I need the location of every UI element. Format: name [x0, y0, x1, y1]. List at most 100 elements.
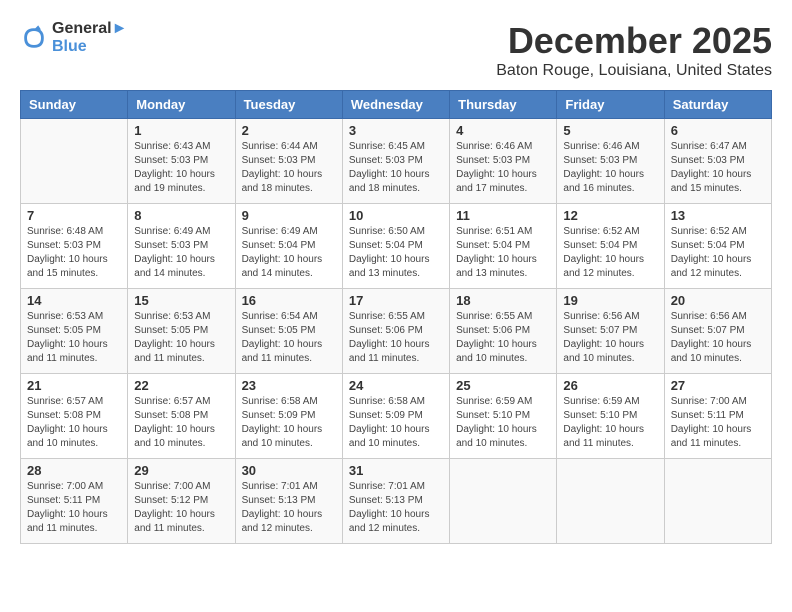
- calendar-cell: 28 Sunrise: 7:00 AM Sunset: 5:11 PM Dayli…: [21, 459, 128, 544]
- day-number: 24: [349, 378, 443, 393]
- weekday-header-cell: Friday: [557, 91, 664, 119]
- day-info: Sunrise: 6:47 AM Sunset: 5:03 PM Dayligh…: [671, 140, 765, 196]
- day-info: Sunrise: 6:57 AM Sunset: 5:08 PM Dayligh…: [134, 395, 228, 451]
- day-number: 7: [27, 208, 121, 223]
- day-number: 20: [671, 293, 765, 308]
- day-info: Sunrise: 6:52 AM Sunset: 5:04 PM Dayligh…: [671, 225, 765, 281]
- day-info: Sunrise: 6:55 AM Sunset: 5:06 PM Dayligh…: [349, 310, 443, 366]
- day-info: Sunrise: 7:00 AM Sunset: 5:12 PM Dayligh…: [134, 480, 228, 536]
- calendar-cell: 21 Sunrise: 6:57 AM Sunset: 5:08 PM Dayli…: [21, 374, 128, 459]
- day-number: 10: [349, 208, 443, 223]
- day-info: Sunrise: 6:53 AM Sunset: 5:05 PM Dayligh…: [134, 310, 228, 366]
- day-number: 21: [27, 378, 121, 393]
- calendar-cell: 29 Sunrise: 7:00 AM Sunset: 5:12 PM Dayli…: [128, 459, 235, 544]
- calendar-cell: 10 Sunrise: 6:50 AM Sunset: 5:04 PM Dayli…: [342, 204, 449, 289]
- day-info: Sunrise: 6:53 AM Sunset: 5:05 PM Dayligh…: [27, 310, 121, 366]
- calendar-body: 1Sunrise: 6:43 AM Sunset: 5:03 PM Daylig…: [21, 119, 772, 544]
- day-info: Sunrise: 6:49 AM Sunset: 5:04 PM Dayligh…: [242, 225, 336, 281]
- calendar-cell: 23 Sunrise: 6:58 AM Sunset: 5:09 PM Dayli…: [235, 374, 342, 459]
- calendar-cell: [450, 459, 557, 544]
- day-number: 6: [671, 123, 765, 138]
- day-number: 9: [242, 208, 336, 223]
- day-number: 15: [134, 293, 228, 308]
- day-number: 28: [27, 463, 121, 478]
- calendar-cell: [557, 459, 664, 544]
- calendar-cell: 16Sunrise: 6:54 AM Sunset: 5:05 PM Dayli…: [235, 289, 342, 374]
- calendar-cell: 31 Sunrise: 7:01 AM Sunset: 5:13 PM Dayli…: [342, 459, 449, 544]
- day-number: 4: [456, 123, 550, 138]
- calendar-cell: 6 Sunrise: 6:47 AM Sunset: 5:03 PM Daylig…: [664, 119, 771, 204]
- calendar-cell: 26 Sunrise: 6:59 AM Sunset: 5:10 PM Dayli…: [557, 374, 664, 459]
- day-info: Sunrise: 7:00 AM Sunset: 5:11 PM Dayligh…: [27, 480, 121, 536]
- calendar-cell: 8 Sunrise: 6:49 AM Sunset: 5:03 PM Daylig…: [128, 204, 235, 289]
- page-header: General► Blue December 2025 Baton Rouge,…: [20, 20, 772, 80]
- calendar-week-row: 1Sunrise: 6:43 AM Sunset: 5:03 PM Daylig…: [21, 119, 772, 204]
- day-number: 30: [242, 463, 336, 478]
- day-number: 26: [563, 378, 657, 393]
- weekday-header-cell: Thursday: [450, 91, 557, 119]
- day-info: Sunrise: 6:44 AM Sunset: 5:03 PM Dayligh…: [242, 140, 336, 196]
- calendar-table: SundayMondayTuesdayWednesdayThursdayFrid…: [20, 90, 772, 544]
- calendar-cell: [21, 119, 128, 204]
- calendar-cell: 4Sunrise: 6:46 AM Sunset: 5:03 PM Daylig…: [450, 119, 557, 204]
- calendar-cell: 2 Sunrise: 6:44 AM Sunset: 5:03 PM Daylig…: [235, 119, 342, 204]
- month-title: December 2025: [496, 20, 772, 62]
- day-number: 12: [563, 208, 657, 223]
- day-info: Sunrise: 6:59 AM Sunset: 5:10 PM Dayligh…: [456, 395, 550, 451]
- day-number: 3: [349, 123, 443, 138]
- day-info: Sunrise: 6:46 AM Sunset: 5:03 PM Dayligh…: [563, 140, 657, 196]
- logo-text: General► Blue: [52, 20, 127, 56]
- weekday-header-cell: Sunday: [21, 91, 128, 119]
- calendar-cell: 7Sunrise: 6:48 AM Sunset: 5:03 PM Daylig…: [21, 204, 128, 289]
- day-number: 5: [563, 123, 657, 138]
- day-info: Sunrise: 7:01 AM Sunset: 5:13 PM Dayligh…: [349, 480, 443, 536]
- day-number: 11: [456, 208, 550, 223]
- day-number: 2: [242, 123, 336, 138]
- calendar-cell: 17 Sunrise: 6:55 AM Sunset: 5:06 PM Dayli…: [342, 289, 449, 374]
- calendar-week-row: 14 Sunrise: 6:53 AM Sunset: 5:05 PM Dayli…: [21, 289, 772, 374]
- calendar-cell: 5 Sunrise: 6:46 AM Sunset: 5:03 PM Daylig…: [557, 119, 664, 204]
- day-info: Sunrise: 6:58 AM Sunset: 5:09 PM Dayligh…: [242, 395, 336, 451]
- calendar-cell: 27Sunrise: 7:00 AM Sunset: 5:11 PM Dayli…: [664, 374, 771, 459]
- weekday-header-cell: Monday: [128, 91, 235, 119]
- weekday-header-cell: Tuesday: [235, 91, 342, 119]
- calendar-cell: 18Sunrise: 6:55 AM Sunset: 5:06 PM Dayli…: [450, 289, 557, 374]
- calendar-cell: 19 Sunrise: 6:56 AM Sunset: 5:07 PM Dayli…: [557, 289, 664, 374]
- day-number: 14: [27, 293, 121, 308]
- title-block: December 2025 Baton Rouge, Louisiana, Un…: [496, 20, 772, 80]
- calendar-cell: 25Sunrise: 6:59 AM Sunset: 5:10 PM Dayli…: [450, 374, 557, 459]
- day-info: Sunrise: 6:57 AM Sunset: 5:08 PM Dayligh…: [27, 395, 121, 451]
- weekday-header-cell: Wednesday: [342, 91, 449, 119]
- day-info: Sunrise: 7:00 AM Sunset: 5:11 PM Dayligh…: [671, 395, 765, 451]
- day-number: 13: [671, 208, 765, 223]
- calendar-week-row: 7Sunrise: 6:48 AM Sunset: 5:03 PM Daylig…: [21, 204, 772, 289]
- calendar-cell: 13 Sunrise: 6:52 AM Sunset: 5:04 PM Dayli…: [664, 204, 771, 289]
- day-number: 31: [349, 463, 443, 478]
- day-info: Sunrise: 6:54 AM Sunset: 5:05 PM Dayligh…: [242, 310, 336, 366]
- calendar-week-row: 21 Sunrise: 6:57 AM Sunset: 5:08 PM Dayli…: [21, 374, 772, 459]
- day-info: Sunrise: 6:58 AM Sunset: 5:09 PM Dayligh…: [349, 395, 443, 451]
- day-number: 8: [134, 208, 228, 223]
- logo-icon: [20, 24, 48, 52]
- day-info: Sunrise: 6:50 AM Sunset: 5:04 PM Dayligh…: [349, 225, 443, 281]
- calendar-cell: 24 Sunrise: 6:58 AM Sunset: 5:09 PM Dayli…: [342, 374, 449, 459]
- weekday-header-cell: Saturday: [664, 91, 771, 119]
- logo: General► Blue: [20, 20, 127, 56]
- day-info: Sunrise: 6:49 AM Sunset: 5:03 PM Dayligh…: [134, 225, 228, 281]
- calendar-cell: 11 Sunrise: 6:51 AM Sunset: 5:04 PM Dayli…: [450, 204, 557, 289]
- calendar-cell: 20Sunrise: 6:56 AM Sunset: 5:07 PM Dayli…: [664, 289, 771, 374]
- day-number: 23: [242, 378, 336, 393]
- day-info: Sunrise: 6:56 AM Sunset: 5:07 PM Dayligh…: [563, 310, 657, 366]
- calendar-cell: 9 Sunrise: 6:49 AM Sunset: 5:04 PM Daylig…: [235, 204, 342, 289]
- day-number: 29: [134, 463, 228, 478]
- day-info: Sunrise: 6:59 AM Sunset: 5:10 PM Dayligh…: [563, 395, 657, 451]
- day-number: 22: [134, 378, 228, 393]
- calendar-week-row: 28 Sunrise: 7:00 AM Sunset: 5:11 PM Dayli…: [21, 459, 772, 544]
- calendar-cell: 1Sunrise: 6:43 AM Sunset: 5:03 PM Daylig…: [128, 119, 235, 204]
- calendar-cell: 30Sunrise: 7:01 AM Sunset: 5:13 PM Dayli…: [235, 459, 342, 544]
- day-info: Sunrise: 6:55 AM Sunset: 5:06 PM Dayligh…: [456, 310, 550, 366]
- calendar-cell: 14 Sunrise: 6:53 AM Sunset: 5:05 PM Dayli…: [21, 289, 128, 374]
- day-number: 19: [563, 293, 657, 308]
- day-info: Sunrise: 6:51 AM Sunset: 5:04 PM Dayligh…: [456, 225, 550, 281]
- day-number: 17: [349, 293, 443, 308]
